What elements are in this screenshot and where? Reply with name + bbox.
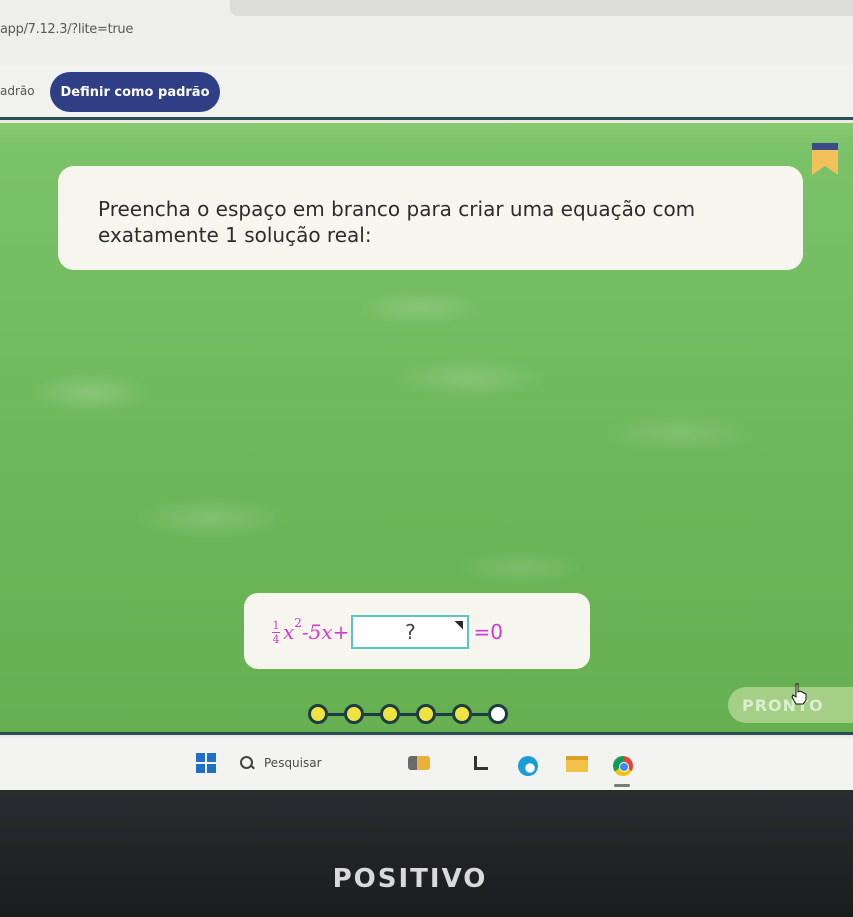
task-view-icon[interactable]	[474, 756, 488, 770]
equation-variable: x	[283, 620, 295, 644]
progress-link	[472, 712, 488, 716]
fraction-one-quarter: 1 4	[272, 620, 280, 645]
progress-dot	[380, 704, 400, 724]
windows-start-icon[interactable]	[196, 753, 216, 773]
fraction-numerator: 1	[272, 618, 280, 632]
progress-track	[308, 703, 508, 725]
windows-taskbar: Pesquisar	[0, 738, 853, 790]
progress-link	[436, 712, 452, 716]
set-default-button[interactable]: Definir como padrão	[50, 72, 220, 112]
progress-link	[364, 712, 380, 716]
game-area: Preencha o espaço em branco para criar u…	[0, 123, 853, 735]
equation-middle-term: -5x+	[301, 620, 350, 644]
url-text[interactable]: app/7.12.3/?lite=true	[0, 22, 133, 37]
fraction-denominator: 4	[272, 632, 280, 646]
equation-rhs: =0	[473, 620, 503, 644]
answer-input[interactable]: ?	[351, 615, 470, 649]
taskbar-search[interactable]: Pesquisar	[230, 748, 400, 778]
browser-address-bar[interactable]: app/7.12.3/?lite=true	[0, 0, 853, 66]
progress-link	[328, 712, 344, 716]
brand-logo: POSITIVO	[332, 864, 488, 894]
progress-dot	[344, 704, 364, 724]
widgets-icon[interactable]	[408, 756, 430, 770]
search-icon	[240, 756, 254, 770]
active-app-indicator	[614, 784, 630, 787]
screen: app/7.12.3/?lite=true adrão Definir como…	[0, 0, 853, 790]
edge-browser-icon[interactable]	[518, 756, 538, 776]
search-label: Pesquisar	[264, 756, 322, 770]
progress-dot	[452, 704, 472, 724]
laptop-bezel	[0, 790, 853, 917]
question-card: Preencha o espaço em branco para criar u…	[58, 166, 803, 270]
progress-dot	[488, 704, 508, 724]
game-top-strip	[0, 123, 853, 143]
equation-exponent: 2	[294, 616, 302, 630]
default-browser-infobar: adrão Definir como padrão	[0, 66, 853, 120]
answer-placeholder: ?	[405, 620, 416, 644]
browser-tab-strip	[230, 0, 853, 16]
question-text: Preencha o espaço em branco para criar u…	[98, 197, 696, 247]
bookmark-icon[interactable]	[812, 143, 838, 175]
input-corner-icon	[454, 621, 464, 630]
chrome-browser-icon[interactable]	[613, 756, 633, 776]
equation-card: 1 4 x 2 -5x+ ? =0	[244, 593, 590, 669]
progress-dot	[308, 704, 328, 724]
equation: 1 4 x 2 -5x+ ? =0	[272, 615, 503, 649]
progress-link	[400, 712, 416, 716]
progress-dot	[416, 704, 436, 724]
infobar-text: adrão	[0, 84, 35, 98]
hand-cursor-icon	[791, 683, 807, 705]
file-explorer-icon[interactable]	[566, 756, 588, 772]
